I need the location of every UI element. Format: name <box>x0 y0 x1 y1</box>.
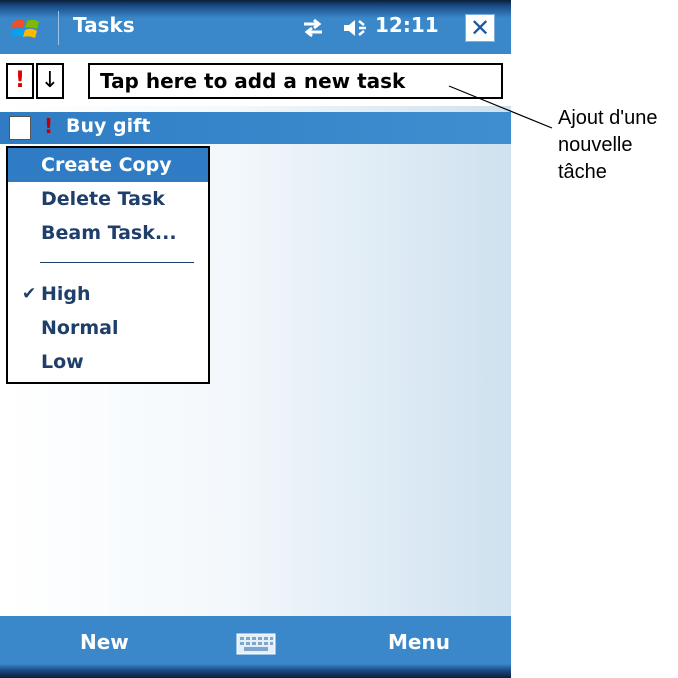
annotation-line: Ajout d'une <box>558 107 658 129</box>
annotation-line: nouvelle <box>558 134 633 156</box>
annotation-line: tâche <box>558 161 607 183</box>
callout-line <box>448 85 553 129</box>
annotation-label: Ajout d'une nouvelle tâche <box>558 105 678 186</box>
